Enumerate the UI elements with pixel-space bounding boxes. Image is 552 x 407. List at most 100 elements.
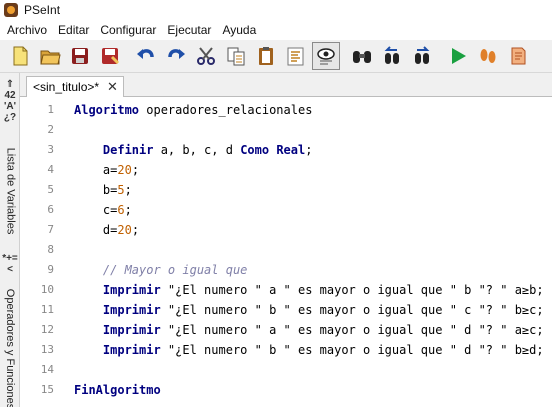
code-line[interactable]: Definir a, b, c, d Como Real; <box>74 140 313 160</box>
open-file-icon <box>40 50 61 65</box>
code-keyword: Como <box>240 143 270 157</box>
code-text: b= <box>74 183 118 197</box>
line-number-gutter: 1 2 3 4 5 6 7 8 9 10 11 12 13 14 15 <box>20 97 58 407</box>
undo-button[interactable] <box>132 42 160 70</box>
code-line[interactable]: Imprimir "¿El numero " a " es mayor o ig… <box>74 280 544 300</box>
inspect-icon <box>317 48 335 65</box>
code-number: 20 <box>117 223 132 237</box>
cut-button[interactable] <box>192 42 220 70</box>
export-button[interactable] <box>504 42 532 70</box>
code-editor[interactable]: 1 2 3 4 5 6 7 8 9 10 11 12 13 14 15 Algoritmo operador… <box>20 97 552 407</box>
format-button[interactable] <box>282 42 310 70</box>
code-line[interactable]: Imprimir "¿El numero " a " es mayor o ig… <box>74 320 544 340</box>
tab-sin-titulo-label: <sin_titulo>* <box>33 80 100 94</box>
save-as-button[interactable] <box>96 42 124 70</box>
inspect-button[interactable] <box>312 42 340 70</box>
new-file-button[interactable] <box>6 42 34 70</box>
open-file-button[interactable] <box>36 42 64 70</box>
line-number: 8 <box>47 243 54 256</box>
left-sidebar: ⇑ 42 'A' ¿? Lista de Variables *+=< Operado… <box>0 73 20 407</box>
menu-configurar[interactable]: Configurar <box>95 20 162 40</box>
menu-editar[interactable]: Editar <box>53 20 95 40</box>
code-line[interactable]: c=6; <box>74 200 132 220</box>
step-icon <box>480 49 496 63</box>
code-text: operadores_relacionales <box>139 103 313 117</box>
line-number: 14 <box>40 363 54 376</box>
code-line[interactable]: a=20; <box>74 160 139 180</box>
code-comment: // Mayor o igual que <box>74 263 248 277</box>
menu-ejecutar[interactable]: Ejecutar <box>162 20 217 40</box>
code-text: c= <box>74 203 118 217</box>
save-as-icon <box>102 48 120 65</box>
new-file-icon <box>13 46 28 66</box>
cut-icon <box>197 47 215 65</box>
tab-lista-de-variables[interactable]: Lista de Variables <box>0 131 20 251</box>
tab-sin-titulo[interactable]: <sin_titulo>* ✕ <box>26 76 124 97</box>
search-icon <box>353 51 371 63</box>
code-keyword: Algoritmo <box>74 103 140 117</box>
menu-archivo[interactable]: Archivo <box>2 20 53 40</box>
code-text: ; <box>131 163 140 177</box>
title-bar: PSeInt <box>0 0 552 20</box>
menu-bar: Archivo Editar Configurar Ejecutar Ayuda <box>0 20 552 40</box>
code-number: 6 <box>117 203 125 217</box>
line-number: 5 <box>47 183 54 196</box>
copy-button[interactable] <box>222 42 250 70</box>
tab-operadores-y-funciones[interactable]: Operadores y Funciones <box>0 288 20 407</box>
code-text: d= <box>74 223 118 237</box>
code-line[interactable]: Imprimir "¿El numero " b " es mayor o ig… <box>74 340 544 360</box>
operators-symbols-icon[interactable]: *+=< <box>1 253 19 275</box>
code-line[interactable]: d=20; <box>74 220 139 240</box>
line-number: 11 <box>40 303 54 316</box>
redo-button[interactable] <box>162 42 190 70</box>
code-keyword: Imprimir <box>102 323 161 337</box>
code-line[interactable]: Algoritmo operadores_relacionales <box>74 100 312 120</box>
replace-next-icon <box>415 46 430 64</box>
code-keyword: Imprimir <box>102 343 161 357</box>
replace-prev-button[interactable] <box>378 42 406 70</box>
run-icon <box>452 48 466 64</box>
search-button[interactable] <box>348 42 376 70</box>
code-keyword: Real <box>276 143 306 157</box>
code-text: a, b, c, d <box>153 143 241 157</box>
code-line[interactable]: FinAlgoritmo <box>74 380 161 400</box>
code-text: "¿El numero " a " es mayor o igual que "… <box>160 323 544 337</box>
replace-next-button[interactable] <box>408 42 436 70</box>
window-title: PSeInt <box>24 3 61 17</box>
run-button[interactable] <box>444 42 472 70</box>
line-number: 6 <box>47 203 54 216</box>
code-text: "¿El numero " b " es mayor o igual que "… <box>160 303 544 317</box>
code-keyword: FinAlgoritmo <box>74 383 161 397</box>
line-number: 1 <box>47 103 54 116</box>
code-number: 20 <box>117 163 132 177</box>
code-text: ; <box>131 223 140 237</box>
replace-prev-icon <box>384 46 399 64</box>
line-number: 2 <box>47 123 54 136</box>
editor-tab-bar: <sin_titulo>* ✕ <box>20 73 552 97</box>
pseint-logo-icon <box>4 3 18 17</box>
code-line[interactable]: Imprimir "¿El numero " b " es mayor o ig… <box>74 300 544 320</box>
line-number: 4 <box>47 163 54 176</box>
code-text: "¿El numero " a " es mayor o igual que "… <box>160 283 544 297</box>
line-number: 10 <box>40 283 54 296</box>
menu-ayuda[interactable]: Ayuda <box>217 20 262 40</box>
save-icon <box>72 48 88 64</box>
save-button[interactable] <box>66 42 94 70</box>
step-button[interactable] <box>474 42 502 70</box>
tab-operadores-label: Operadores y Funciones <box>4 288 17 407</box>
paste-button[interactable] <box>252 42 280 70</box>
close-icon[interactable]: ✕ <box>107 79 118 95</box>
symbols-panel-icon[interactable]: ⇑ 42 'A' ¿? <box>1 79 19 123</box>
code-keyword: Imprimir <box>102 283 161 297</box>
code-text: ; <box>305 143 313 157</box>
line-number: 15 <box>40 383 54 396</box>
code-area[interactable]: Algoritmo operadores_relacionales Defini… <box>74 97 552 407</box>
format-icon <box>287 47 304 66</box>
code-line[interactable]: // Mayor o igual que <box>74 260 248 280</box>
redo-icon <box>168 49 185 59</box>
code-line[interactable]: b=5; <box>74 180 132 200</box>
